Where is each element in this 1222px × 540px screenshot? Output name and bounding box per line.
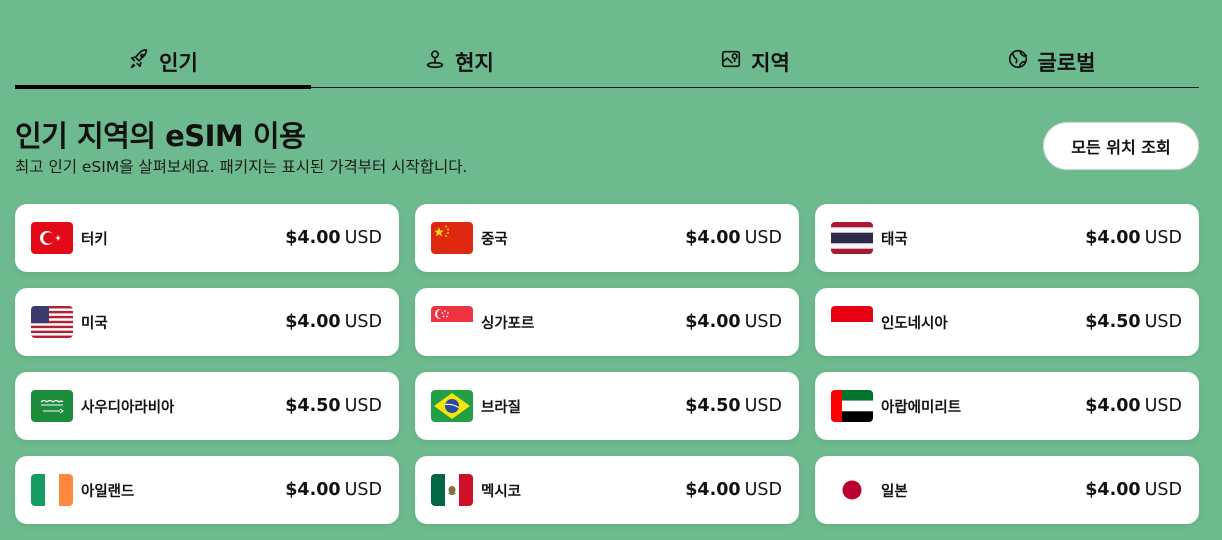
destination-name: 인도네시아 [881, 315, 948, 332]
tab-global[interactable]: 글로벌 [903, 40, 1199, 87]
thailand-flag-icon [831, 222, 873, 254]
destination-card[interactable]: 싱가포르 $4.00 USD [415, 288, 799, 356]
location-pin-icon [424, 48, 446, 75]
destination-price: $4.00 USD [685, 228, 782, 248]
destination-price: $4.50 USD [1085, 312, 1182, 332]
tab-popular-label: 인기 [159, 50, 198, 75]
destination-price: $4.00 USD [685, 312, 782, 332]
destination-price: $4.00 USD [1085, 396, 1182, 416]
japan-flag-icon [831, 474, 873, 506]
destination-price: $4.00 USD [1085, 480, 1182, 500]
destination-price: $4.00 USD [685, 480, 782, 500]
destination-price: $4.50 USD [685, 396, 782, 416]
singapore-flag-icon [431, 306, 473, 338]
destination-name: 싱가포르 [481, 315, 535, 332]
destination-card[interactable]: 태국 $4.00 USD [815, 204, 1199, 272]
page-subtitle: 최고 인기 eSIM을 살펴보세요. 패키지는 표시된 가격부터 시작합니다. [15, 158, 468, 176]
destination-price: $4.00 USD [285, 480, 382, 500]
tab-regional-label: 지역 [751, 50, 790, 75]
destination-card[interactable]: 미국 $4.00 USD [15, 288, 399, 356]
destination-card[interactable]: 터키 $4.00 USD [15, 204, 399, 272]
destination-name: 터키 [81, 231, 108, 248]
china-flag-icon [431, 222, 473, 254]
destination-name: 일본 [881, 483, 908, 500]
ireland-flag-icon [31, 474, 73, 506]
destination-grid: 터키 $4.00 USD 중국 $4.00 USD 태국 $4.00 USD 미국 $… [15, 204, 1199, 524]
destination-name: 중국 [481, 231, 508, 248]
tab-local[interactable]: 현지 [311, 40, 607, 87]
destination-name: 사우디아라비아 [81, 399, 175, 416]
destination-name: 아일랜드 [81, 483, 135, 500]
indonesia-flag-icon [831, 306, 873, 338]
destination-price: $4.00 USD [285, 312, 382, 332]
uae-flag-icon [831, 390, 873, 422]
destination-name: 태국 [881, 231, 908, 248]
destination-card[interactable]: 브라질 $4.50 USD [415, 372, 799, 440]
destination-card[interactable]: 멕시코 $4.00 USD [415, 456, 799, 524]
destination-name: 멕시코 [481, 483, 522, 500]
destination-card[interactable]: 인도네시아 $4.50 USD [815, 288, 1199, 356]
destination-price: $4.50 USD [285, 396, 382, 416]
destination-name: 브라질 [481, 399, 522, 416]
map-icon [720, 48, 742, 75]
tab-popular[interactable]: 인기 [15, 40, 311, 89]
destination-name: 아랍에미리트 [881, 399, 962, 416]
destination-card[interactable]: 아일랜드 $4.00 USD [15, 456, 399, 524]
tab-regional[interactable]: 지역 [607, 40, 903, 87]
destination-card[interactable]: 중국 $4.00 USD [415, 204, 799, 272]
mexico-flag-icon [431, 474, 473, 506]
destination-price: $4.00 USD [285, 228, 382, 248]
globe-icon [1007, 48, 1029, 75]
destination-price: $4.00 USD [1085, 228, 1182, 248]
region-tabs: 인기 현지 지역 글로벌 [15, 40, 1199, 89]
brazil-flag-icon [431, 390, 473, 422]
destination-card[interactable]: 아랍에미리트 $4.00 USD [815, 372, 1199, 440]
tab-local-label: 현지 [455, 50, 494, 75]
destination-card[interactable]: 일본 $4.00 USD [815, 456, 1199, 524]
turkey-flag-icon [31, 222, 73, 254]
page-title: 인기 지역의 eSIM 이용 [15, 119, 306, 153]
rocket-icon [128, 48, 150, 75]
view-all-locations-button[interactable]: 모든 위치 조회 [1043, 122, 1199, 170]
usa-flag-icon [31, 306, 73, 338]
destination-card[interactable]: 사우디아라비아 $4.50 USD [15, 372, 399, 440]
saudi-arabia-flag-icon [31, 390, 73, 422]
destination-name: 미국 [81, 315, 108, 332]
tab-global-label: 글로벌 [1037, 50, 1096, 75]
